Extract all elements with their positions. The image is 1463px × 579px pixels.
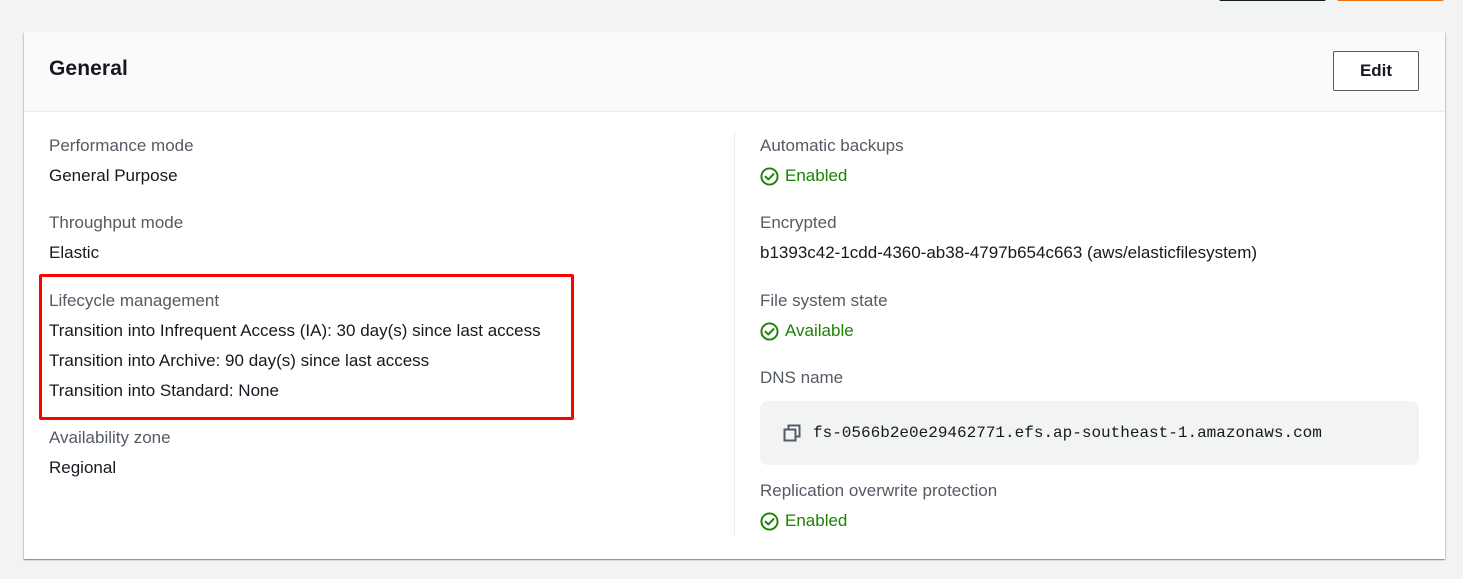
dns-name-label: DNS name xyxy=(760,368,844,387)
availability-zone-label: Availability zone xyxy=(49,428,171,447)
dns-name-box: fs-0566b2e0e29462771.efs.ap-southeast-1.… xyxy=(760,401,1419,465)
top-primary-button[interactable] xyxy=(1337,0,1444,1)
performance-mode-value: General Purpose xyxy=(49,166,178,185)
copy-icon[interactable] xyxy=(783,424,801,442)
column-divider xyxy=(734,132,735,535)
encrypted-value: b1393c42-1cdd-4360-ab38-4797b654c663 (aw… xyxy=(760,243,1258,262)
automatic-backups-value: Enabled xyxy=(785,166,848,185)
encrypted-label: Encrypted xyxy=(760,213,837,232)
performance-mode-field: Performance mode General Purpose xyxy=(49,135,194,187)
lifecycle-highlight-box xyxy=(39,274,574,420)
availability-zone-value: Regional xyxy=(49,458,117,477)
replication-overwrite-status: Enabled xyxy=(760,510,997,532)
top-secondary-button[interactable] xyxy=(1219,0,1326,1)
replication-overwrite-label: Replication overwrite protection xyxy=(760,481,998,500)
dns-name-value: fs-0566b2e0e29462771.efs.ap-southeast-1.… xyxy=(813,424,1322,442)
file-system-state-value: Available xyxy=(785,321,854,340)
replication-overwrite-value: Enabled xyxy=(785,511,848,530)
dns-name-field: DNS name fs-0566b2e0e29462771.efs.ap-sou… xyxy=(760,367,1419,465)
check-circle-icon xyxy=(760,166,779,186)
panel-header: General Edit xyxy=(24,32,1445,112)
throughput-mode-field: Throughput mode Elastic xyxy=(49,212,183,264)
availability-zone-field: Availability zone Regional xyxy=(49,427,171,479)
general-panel: General Edit Performance mode General Pu… xyxy=(24,32,1445,559)
file-system-state-label: File system state xyxy=(760,291,888,310)
check-circle-icon xyxy=(760,321,779,341)
automatic-backups-status: Enabled xyxy=(760,165,904,187)
automatic-backups-label: Automatic backups xyxy=(760,136,904,155)
throughput-mode-label: Throughput mode xyxy=(49,213,184,232)
encrypted-field: Encrypted b1393c42-1cdd-4360-ab38-4797b6… xyxy=(760,212,1257,264)
file-system-state-field: File system state Available xyxy=(760,290,888,342)
panel-title: General xyxy=(49,57,128,80)
edit-button[interactable]: Edit xyxy=(1333,51,1419,91)
throughput-mode-value: Elastic xyxy=(49,243,100,262)
performance-mode-label: Performance mode xyxy=(49,136,194,155)
check-circle-icon xyxy=(760,511,779,531)
automatic-backups-field: Automatic backups Enabled xyxy=(760,135,904,187)
file-system-state-status: Available xyxy=(760,320,888,342)
replication-overwrite-field: Replication overwrite protection Enabled xyxy=(760,480,997,532)
